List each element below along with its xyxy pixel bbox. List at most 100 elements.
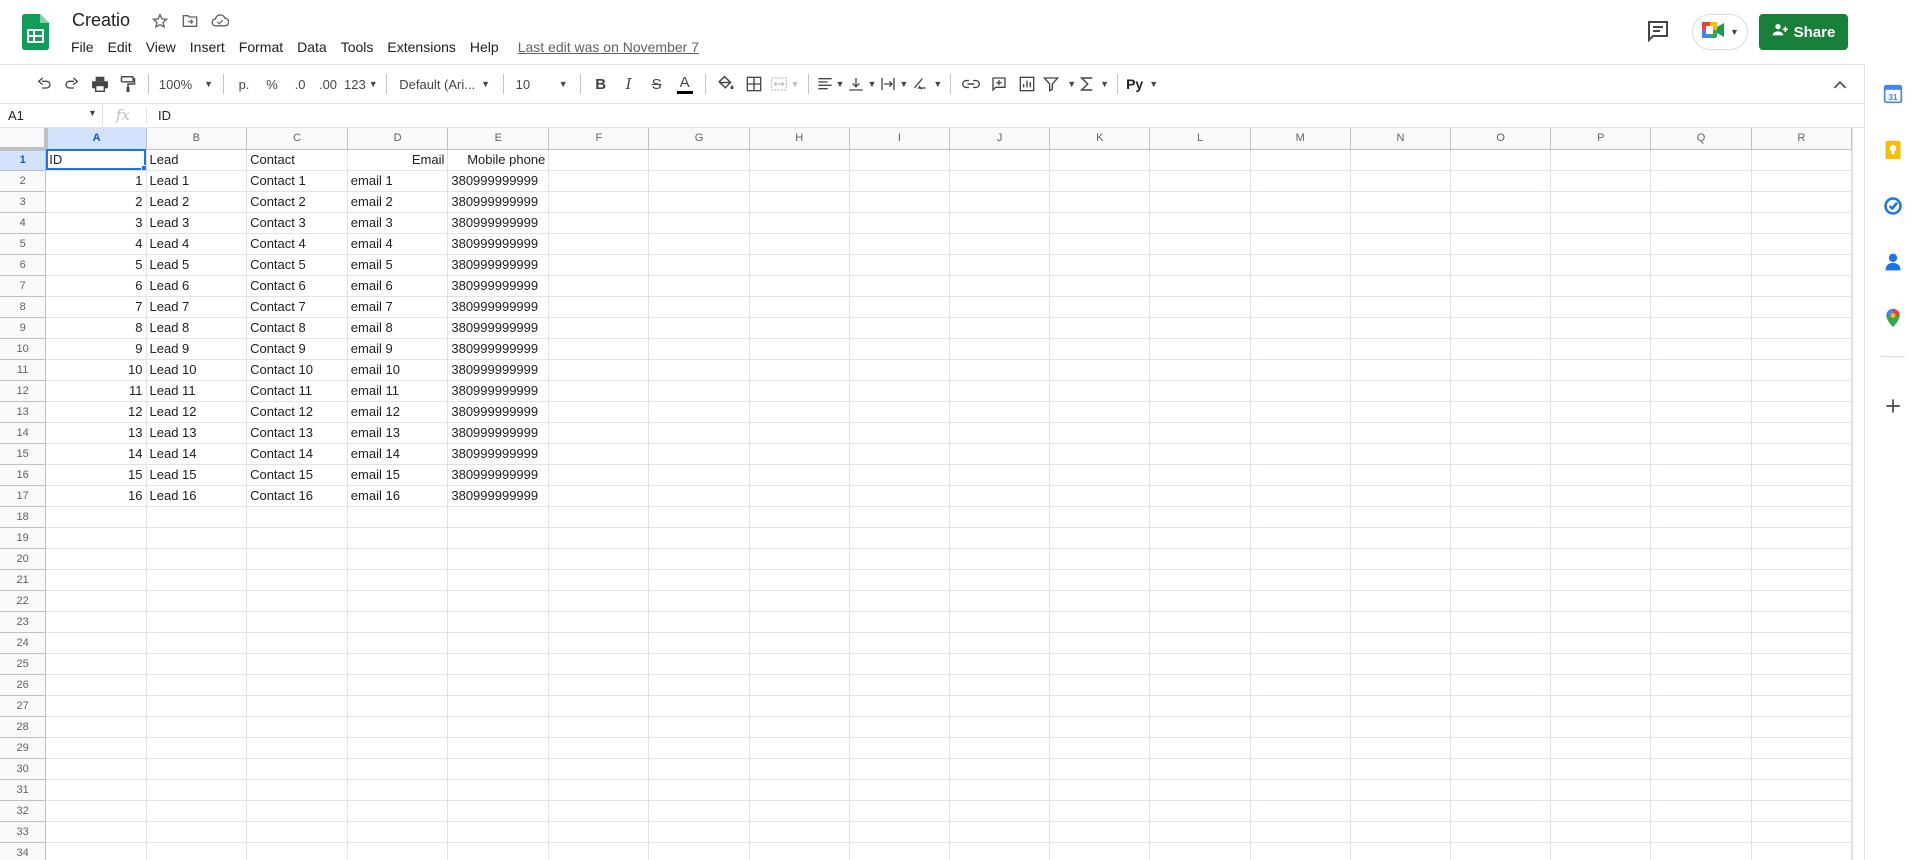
cell-table[interactable]: ABCDEFGHIJKLMNOPQR 1 ID Lead Contact Email Mo… [0, 128, 1852, 860]
cell-l13[interactable] [1149, 401, 1251, 423]
cell-m18[interactable] [1250, 506, 1351, 528]
cell-b21[interactable] [146, 569, 248, 591]
cell-o17[interactable] [1450, 485, 1552, 507]
cell-o29[interactable] [1450, 737, 1552, 759]
menu-insert[interactable]: Insert [183, 37, 232, 57]
cell-q7[interactable] [1650, 275, 1752, 297]
cell-m20[interactable] [1250, 548, 1351, 570]
cell-o23[interactable] [1450, 611, 1552, 633]
cell-k22[interactable] [1049, 590, 1151, 612]
row-header[interactable]: 30 [0, 758, 47, 780]
cell-m8[interactable] [1250, 296, 1351, 318]
cell-a22[interactable] [45, 590, 147, 612]
cell-a11[interactable]: 10 [45, 359, 147, 381]
cell-b19[interactable] [146, 527, 248, 549]
cell-o1[interactable] [1450, 149, 1552, 171]
cell-i32[interactable] [849, 800, 951, 822]
cell-d14[interactable]: email 13 [347, 422, 449, 444]
cell-p11[interactable] [1550, 359, 1652, 381]
cell-n20[interactable] [1350, 548, 1452, 570]
cell-j18[interactable] [949, 506, 1051, 528]
cell-l26[interactable] [1149, 674, 1251, 696]
cell-b18[interactable] [146, 506, 248, 528]
cell-o34[interactable] [1450, 842, 1552, 860]
cell-d34[interactable] [347, 842, 449, 860]
cell-a28[interactable] [45, 716, 147, 738]
document-title[interactable]: Creatio [72, 10, 130, 31]
cell-d22[interactable] [347, 590, 449, 612]
cell-h25[interactable] [749, 653, 850, 675]
cell-r11[interactable] [1751, 359, 1852, 381]
cell-e16[interactable]: 380999999999 [447, 464, 550, 486]
cell-a1[interactable]: ID [45, 149, 147, 171]
cell-o3[interactable] [1450, 191, 1552, 213]
cell-m13[interactable] [1250, 401, 1351, 423]
cell-f13[interactable] [548, 401, 650, 423]
cell-e24[interactable] [447, 632, 550, 654]
cell-a10[interactable]: 9 [45, 338, 147, 360]
cell-j28[interactable] [949, 716, 1051, 738]
font-size-select[interactable]: 10 ▼ [512, 70, 572, 98]
cell-a3[interactable]: 2 [45, 191, 147, 213]
cell-k14[interactable] [1049, 422, 1151, 444]
cell-k21[interactable] [1049, 569, 1151, 591]
cell-e27[interactable] [447, 695, 550, 717]
cell-d4[interactable]: email 3 [347, 212, 449, 234]
cell-i4[interactable] [849, 212, 951, 234]
cell-p18[interactable] [1550, 506, 1652, 528]
cell-j21[interactable] [949, 569, 1051, 591]
cell-r16[interactable] [1751, 464, 1852, 486]
meet-button[interactable]: ▼ [1692, 14, 1748, 50]
cell-b27[interactable] [146, 695, 248, 717]
cell-k5[interactable] [1049, 233, 1151, 255]
cell-l1[interactable] [1149, 149, 1251, 171]
cell-c12[interactable]: Contact 11 [246, 380, 348, 402]
cell-r7[interactable] [1751, 275, 1852, 297]
cell-p25[interactable] [1550, 653, 1652, 675]
cell-q23[interactable] [1650, 611, 1752, 633]
cell-f11[interactable] [548, 359, 650, 381]
cell-c21[interactable] [246, 569, 348, 591]
cell-l34[interactable] [1149, 842, 1251, 860]
cell-o32[interactable] [1450, 800, 1552, 822]
cell-b2[interactable]: Lead 1 [146, 170, 248, 192]
cell-h29[interactable] [749, 737, 850, 759]
cell-h22[interactable] [749, 590, 850, 612]
cell-f32[interactable] [548, 800, 650, 822]
cell-c27[interactable] [246, 695, 348, 717]
cell-m22[interactable] [1250, 590, 1351, 612]
cell-h18[interactable] [749, 506, 850, 528]
cell-p1[interactable] [1550, 149, 1652, 171]
cell-i15[interactable] [849, 443, 951, 465]
cell-a21[interactable] [45, 569, 147, 591]
cell-n28[interactable] [1350, 716, 1452, 738]
cell-f17[interactable] [548, 485, 650, 507]
cell-m16[interactable] [1250, 464, 1351, 486]
row-header[interactable]: 24 [0, 632, 47, 654]
cell-n31[interactable] [1350, 779, 1452, 801]
cell-p27[interactable] [1550, 695, 1652, 717]
cell-q12[interactable] [1650, 380, 1752, 402]
cell-d12[interactable]: email 11 [347, 380, 449, 402]
cell-i18[interactable] [849, 506, 951, 528]
cell-e9[interactable]: 380999999999 [447, 317, 550, 339]
row-header[interactable]: 7 [0, 275, 47, 297]
paint-format-icon[interactable] [116, 70, 140, 98]
cell-m21[interactable] [1250, 569, 1351, 591]
cell-f1[interactable] [548, 149, 650, 171]
cell-g33[interactable] [648, 821, 750, 843]
chevron-up-icon[interactable] [1828, 71, 1852, 99]
cell-f33[interactable] [548, 821, 650, 843]
cell-n11[interactable] [1350, 359, 1452, 381]
cell-l23[interactable] [1149, 611, 1251, 633]
cell-f24[interactable] [548, 632, 650, 654]
cell-k34[interactable] [1049, 842, 1151, 860]
cell-h31[interactable] [749, 779, 850, 801]
cell-p7[interactable] [1550, 275, 1652, 297]
cell-l21[interactable] [1149, 569, 1251, 591]
cell-g30[interactable] [648, 758, 750, 780]
cell-e2[interactable]: 380999999999 [447, 170, 550, 192]
cell-b9[interactable]: Lead 8 [146, 317, 248, 339]
cell-e25[interactable] [447, 653, 550, 675]
keep-icon[interactable] [1881, 138, 1905, 162]
